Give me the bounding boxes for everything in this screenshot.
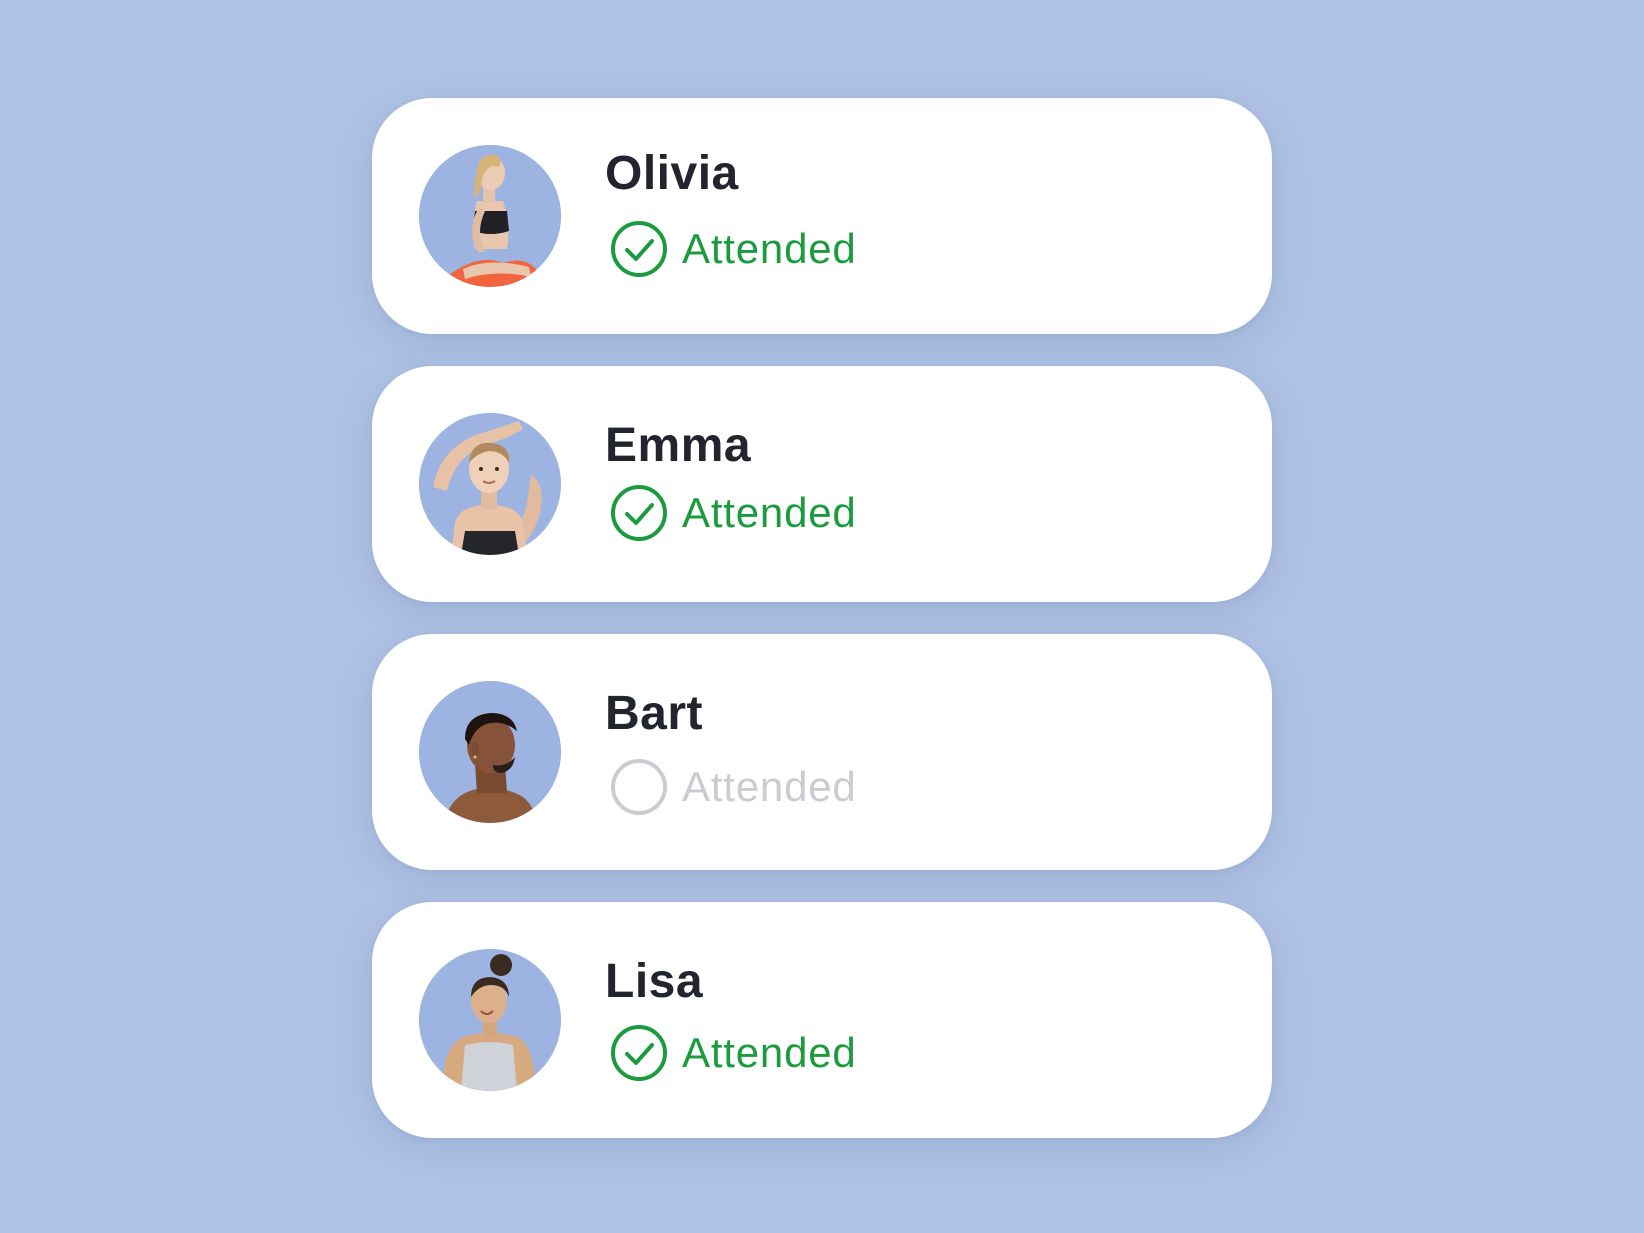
avatar-bart-photo [419, 681, 561, 823]
attendance-list: Olivia Attended Emma Attended Bart Atten… [372, 98, 1272, 1138]
attendance-toggle[interactable]: Attended [610, 484, 857, 542]
attendee-name: Bart [605, 687, 704, 740]
check-circle-icon[interactable] [610, 484, 668, 542]
attendance-label: Attended [682, 1029, 857, 1076]
attendee-name: Lisa [605, 955, 704, 1008]
avatar [419, 681, 561, 823]
attendance-toggle[interactable]: Attended [610, 758, 857, 816]
attendance-toggle[interactable]: Attended [610, 1024, 857, 1082]
attendee-name: Emma [605, 419, 752, 472]
empty-circle-icon[interactable] [610, 758, 668, 816]
avatar [419, 145, 561, 287]
attendee-card-bart: Bart Attended [372, 634, 1272, 870]
avatar [419, 413, 561, 555]
attendee-card-emma: Emma Attended [372, 366, 1272, 602]
attendee-card-lisa: Lisa Attended [372, 902, 1272, 1138]
attendee-name: Olivia [605, 147, 739, 200]
check-circle-icon[interactable] [610, 220, 668, 278]
avatar-lisa-photo [419, 949, 561, 1091]
attendance-label: Attended [682, 763, 857, 810]
check-circle-icon[interactable] [610, 1024, 668, 1082]
attendee-card-olivia: Olivia Attended [372, 98, 1272, 334]
avatar [419, 949, 561, 1091]
attendance-label: Attended [682, 489, 857, 536]
attendance-label: Attended [682, 225, 857, 272]
avatar-olivia-photo [419, 145, 561, 287]
attendance-toggle[interactable]: Attended [610, 220, 857, 278]
avatar-emma-photo [419, 413, 561, 555]
